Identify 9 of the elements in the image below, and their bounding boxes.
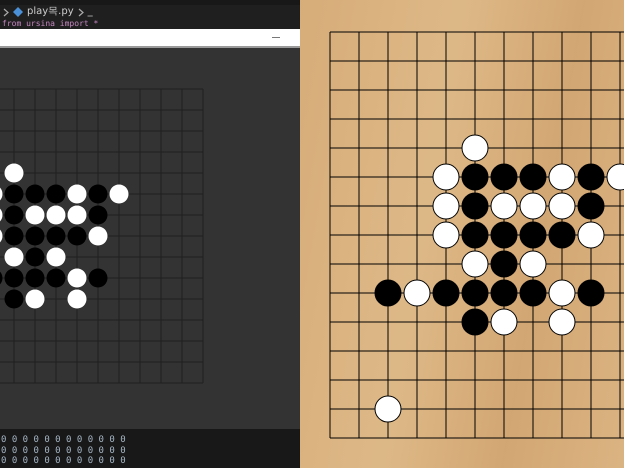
chevron-icon xyxy=(3,8,9,16)
terminal-output-line: 0 0 0 0 0 0 0 0 0 0 0 0 xyxy=(0,456,127,466)
file-name[interactable]: play목.py xyxy=(27,6,74,18)
minimize-button[interactable] xyxy=(272,37,280,38)
terminal-output-line: 0 0 0 0 0 0 0 0 0 0 0 0 xyxy=(0,446,127,456)
code-line: from ursina import * xyxy=(1,19,100,29)
chevron-icon xyxy=(78,8,84,16)
terminal-output-line: 0 0 0 0 0 0 0 0 0 0 0 0 xyxy=(0,435,127,446)
symbol-name[interactable]: _ xyxy=(88,6,93,18)
